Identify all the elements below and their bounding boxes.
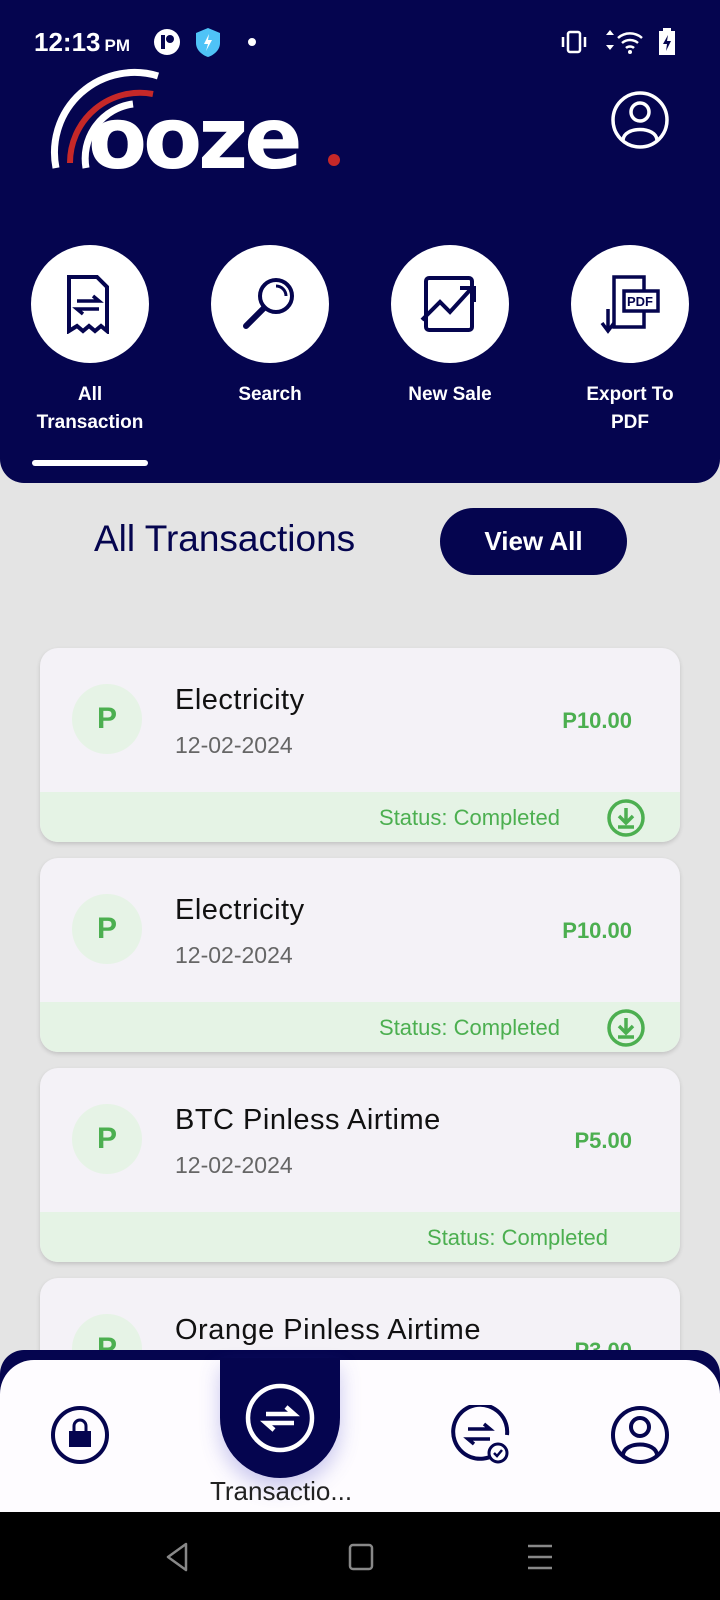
transaction-name: BTC Pinless Airtime (175, 1104, 441, 1136)
nav-profile-icon[interactable] (610, 1405, 670, 1465)
download-icon[interactable] (606, 798, 646, 838)
provider-badge: P (72, 894, 142, 964)
back-icon[interactable] (164, 1542, 190, 1572)
battery-charging-icon (659, 28, 675, 55)
transaction-name: Orange Pinless Airtime (175, 1314, 481, 1346)
transaction-status: Status: Completed (379, 805, 560, 830)
pdf-export-icon: PDF (600, 275, 660, 334)
svg-text:ooze: ooze (88, 89, 299, 178)
action-export-pdf[interactable]: PDF Export To PDF (545, 245, 715, 437)
status-time: 12:13 PM (34, 26, 130, 57)
nav-transfer-verified-icon[interactable] (450, 1405, 510, 1465)
nav-active-label: Transactio... (209, 1476, 353, 1506)
home-icon[interactable] (348, 1542, 374, 1572)
transaction-status: Status: Completed (379, 1015, 560, 1040)
search-icon (243, 278, 294, 329)
nav-shop-bag-icon[interactable] (50, 1405, 110, 1465)
transaction-card[interactable]: P Electricity 12-02-2024 P10.00 Status: … (40, 858, 680, 1052)
dot-icon (248, 38, 256, 46)
shield-bolt-icon (196, 28, 220, 57)
transaction-amount: P10.00 (562, 918, 632, 943)
download-icon[interactable] (606, 1008, 646, 1048)
status-bar: 12:13 PM (34, 22, 676, 62)
transaction-date: 12-02-2024 (175, 732, 293, 758)
active-tab-indicator (32, 460, 148, 466)
view-all-button[interactable]: View All (440, 508, 627, 575)
app-notification-icon (154, 29, 180, 55)
provider-badge: P (72, 1104, 142, 1174)
transaction-amount: P5.00 (574, 1128, 633, 1153)
exchange-icon (245, 1383, 315, 1453)
transaction-card[interactable]: P BTC Pinless Airtime 12-02-2024 P5.00 S… (40, 1068, 680, 1262)
nav-transactions-button[interactable] (220, 1358, 340, 1478)
transaction-status: Status: Completed (427, 1225, 608, 1250)
ooze-logo: ooze (50, 68, 340, 178)
chart-up-icon (420, 276, 476, 332)
action-all-transaction[interactable]: All Transaction (5, 245, 175, 437)
svg-text:PDF: PDF (627, 294, 653, 309)
receipt-exchange-icon (67, 275, 109, 334)
action-new-sale[interactable]: New Sale (365, 245, 535, 409)
transaction-card[interactable]: P Electricity 12-02-2024 P10.00 Status: … (40, 648, 680, 842)
section-title: All Transactions (94, 518, 356, 559)
profile-button[interactable] (610, 90, 670, 150)
header: 12:13 PM ooze All Transaction Search New S… (0, 0, 720, 483)
transaction-name: Electricity (175, 684, 305, 716)
transaction-name: Electricity (175, 894, 305, 926)
menu-icon[interactable] (527, 1542, 553, 1572)
transaction-date: 12-02-2024 (175, 1152, 293, 1178)
action-search[interactable]: Search (185, 245, 355, 409)
vibrate-icon (561, 30, 587, 54)
wifi-icon (606, 30, 643, 54)
transaction-date: 12-02-2024 (175, 942, 293, 968)
provider-badge: P (72, 684, 142, 754)
system-nav-bar (0, 1512, 720, 1600)
transaction-amount: P10.00 (562, 708, 632, 733)
